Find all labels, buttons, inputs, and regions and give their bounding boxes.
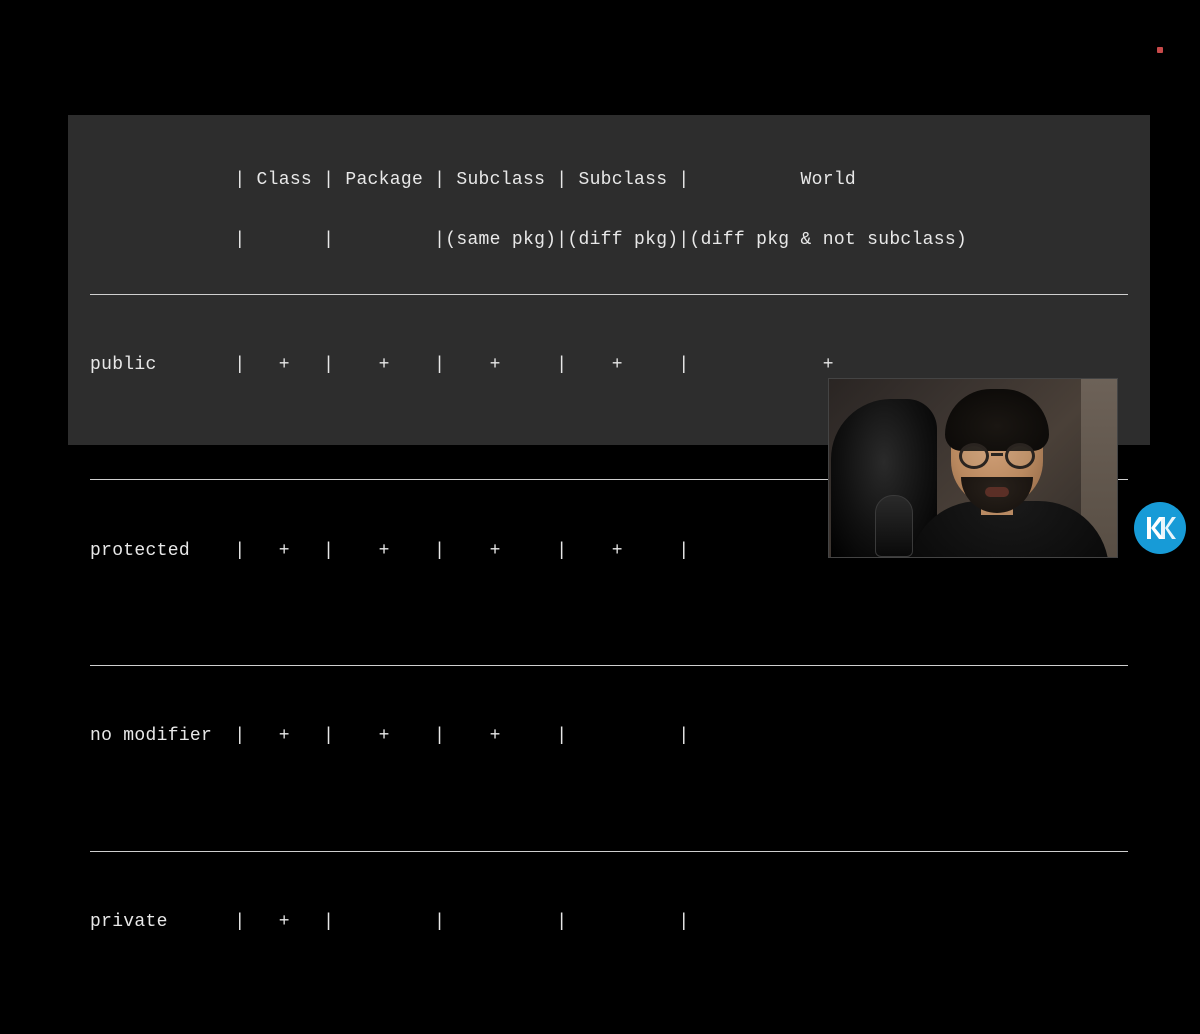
presenter-webcam — [828, 378, 1118, 558]
spacer — [90, 788, 1128, 809]
rule — [90, 851, 1128, 852]
channel-badge — [1134, 502, 1186, 554]
spacer — [90, 974, 1128, 995]
microphone-icon — [875, 495, 913, 557]
kk-logo-icon — [1143, 511, 1177, 545]
ascii-table: | Class | Package | Subclass | Subclass … — [90, 131, 1128, 1034]
header-row-2: | | |(same pkg)|(diff pkg)|(diff pkg & n… — [90, 231, 1128, 252]
spacer — [90, 602, 1128, 623]
cursor-indicator — [1157, 47, 1163, 53]
header-row-1: | Class | Package | Subclass | Subclass … — [90, 171, 1128, 192]
row-public: public | + | + | + | + | + — [90, 356, 1128, 377]
rule — [90, 665, 1128, 666]
webcam-person — [919, 397, 1089, 558]
rule — [90, 294, 1128, 295]
row-no-modifier: no modifier | + | + | + | | — [90, 727, 1128, 748]
row-private: private | + | | | | — [90, 913, 1128, 934]
